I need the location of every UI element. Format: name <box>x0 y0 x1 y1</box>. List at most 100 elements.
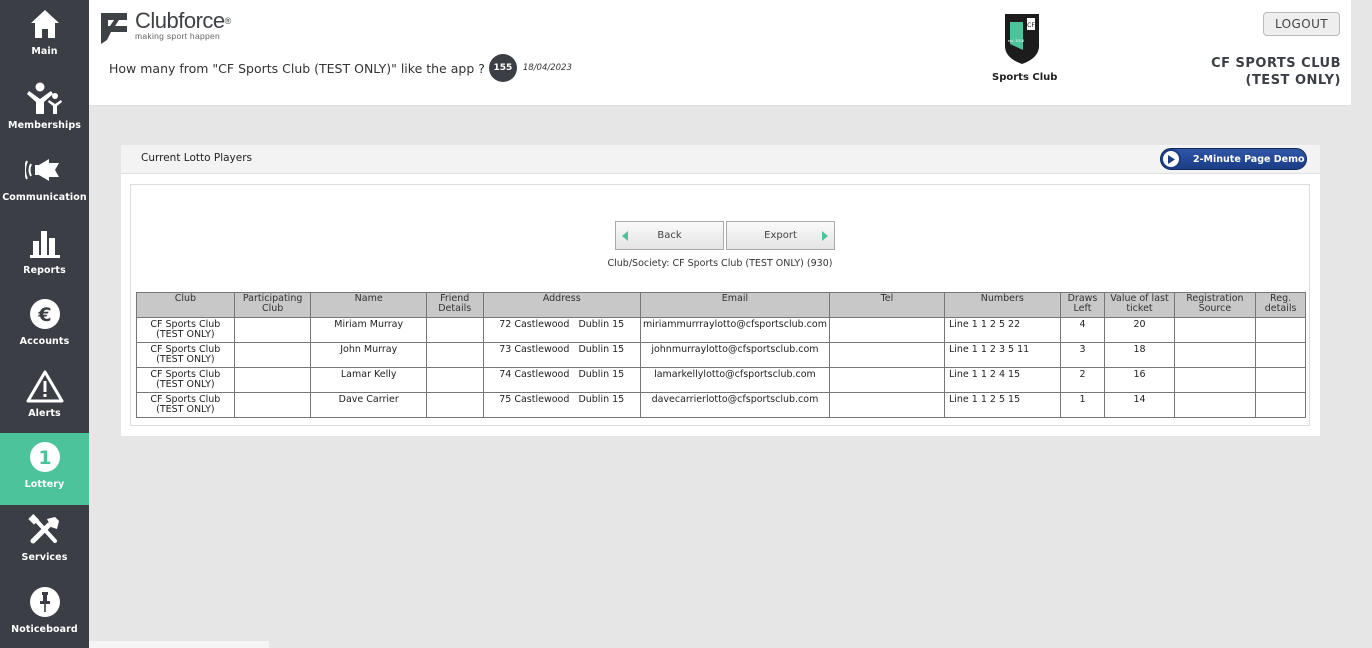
sidebar-item-noticeboard[interactable]: Noticeboard <box>0 578 89 648</box>
cell-tel <box>828 392 945 418</box>
cell-reg-details <box>1255 317 1306 343</box>
sidebar-item-main[interactable]: Main <box>0 0 89 72</box>
likes-date: 18/04/2023 <box>522 63 572 73</box>
cell-draws-left: 4 <box>1059 317 1106 343</box>
svg-text:CF: CF <box>1027 22 1035 29</box>
cell-registration-source <box>1173 392 1257 418</box>
column-header[interactable]: Name <box>310 292 427 318</box>
cell-draws-left: 1 <box>1059 392 1106 418</box>
svg-text:est. 2018: est. 2018 <box>1008 39 1024 43</box>
column-header[interactable]: Reg. details <box>1255 292 1306 318</box>
sidebar-item-accounts[interactable]: € Accounts <box>0 290 89 362</box>
home-icon <box>25 6 65 42</box>
cell-ticket-value: 16 <box>1104 367 1175 393</box>
svg-text:€: € <box>37 304 51 326</box>
column-header[interactable]: Value of last ticket <box>1104 292 1175 318</box>
cell-address: 74 Castlewood Dublin 15 <box>482 367 641 393</box>
sidebar-item-label: Alerts <box>28 408 61 419</box>
sidebar-item-alerts[interactable]: Alerts <box>0 362 89 434</box>
cell-address: 75 Castlewood Dublin 15 <box>482 392 641 418</box>
sidebar-item-label: Memberships <box>8 120 81 131</box>
header: Clubforce® making sport happen How many … <box>89 0 1351 106</box>
export-button[interactable]: Export <box>726 221 835 250</box>
column-header[interactable]: Draws Left <box>1059 292 1106 318</box>
cell-friend-details <box>425 317 484 343</box>
sidebar-item-services[interactable]: Services <box>0 506 89 578</box>
panel-title: Current Lotto Players <box>141 152 253 164</box>
sidebar-item-communication[interactable]: Communication <box>0 146 89 218</box>
cell-draws-left: 2 <box>1059 367 1106 393</box>
column-header[interactable]: Club <box>136 292 235 318</box>
sidebar-item-memberships[interactable]: Memberships <box>0 74 89 146</box>
cell-registration-source <box>1173 317 1257 343</box>
panel-header: Current Lotto Players 2-Minute Page Demo <box>121 145 1320 174</box>
column-header[interactable]: Registration Source <box>1173 292 1257 318</box>
cell-registration-source <box>1173 367 1257 393</box>
brand-name: Clubforce® <box>135 8 231 33</box>
cell-participating-club <box>233 342 312 368</box>
players-table: Club Participating Club Name Friend Deta… <box>136 292 1306 418</box>
players-content: Back Export Club/Society: CF Sports Club… <box>130 184 1310 426</box>
clubforce-logo-icon <box>101 13 127 44</box>
table-row[interactable]: CF Sports Club (TEST ONLY) Miriam Murray… <box>136 317 1306 343</box>
cell-participating-club <box>233 367 312 393</box>
cell-ticket-value: 14 <box>1104 392 1175 418</box>
cell-friend-details <box>425 342 484 368</box>
cell-numbers: Line 1 1 2 3 5 11 <box>943 342 1061 368</box>
clubforce-logo[interactable]: Clubforce® making sport happen <box>99 10 231 46</box>
app-likes: How many from "CF Sports Club (TEST ONLY… <box>109 54 572 82</box>
column-header[interactable]: Friend Details <box>425 292 484 318</box>
warning-icon <box>25 368 65 404</box>
sidebar-item-label: Accounts <box>19 336 70 347</box>
club-title-line2: (TEST ONLY) <box>1245 73 1341 88</box>
lottery-icon: 1 <box>25 439 65 475</box>
tools-icon <box>25 512 65 548</box>
cell-tel <box>828 342 945 368</box>
arrow-left-icon <box>622 231 628 241</box>
table-row[interactable]: CF Sports Club (TEST ONLY) Lamar Kelly 7… <box>136 367 1306 393</box>
cell-registration-source <box>1173 342 1257 368</box>
lottery-badge: 1 <box>38 447 51 469</box>
cell-email: lamarkellylotto@cfsportsclub.com <box>639 367 830 393</box>
page-demo-button[interactable]: 2-Minute Page Demo <box>1160 148 1307 170</box>
cell-ticket-value: 20 <box>1104 317 1175 343</box>
cell-friend-details <box>425 392 484 418</box>
cell-tel <box>828 317 945 343</box>
sidebar-item-reports[interactable]: Reports <box>0 219 89 291</box>
euro-icon: € <box>25 296 65 332</box>
cell-club: CF Sports Club (TEST ONLY) <box>136 342 235 368</box>
cell-ticket-value: 18 <box>1104 342 1175 368</box>
column-header[interactable]: Email <box>639 292 830 318</box>
column-header[interactable]: Numbers <box>943 292 1061 318</box>
page-demo-label: 2-Minute Page Demo <box>1193 153 1305 165</box>
cell-tel <box>828 367 945 393</box>
cell-reg-details <box>1255 342 1306 368</box>
sidebar-item-label: Main <box>31 46 58 57</box>
cell-email: johnmurraylotto@cfsportsclub.com <box>639 342 830 368</box>
cell-address: 72 Castlewood Dublin 15 <box>482 317 641 343</box>
cell-name: Dave Carrier <box>310 392 427 418</box>
cell-name: Lamar Kelly <box>310 367 427 393</box>
crest-name: Sports Club <box>992 72 1058 83</box>
brand-tagline: making sport happen <box>135 31 221 41</box>
sidebar-item-label: Communication <box>2 192 87 203</box>
column-header[interactable]: Tel <box>828 292 945 318</box>
cell-reg-details <box>1255 367 1306 393</box>
table-header-row: Club Participating Club Name Friend Deta… <box>136 292 1306 318</box>
likes-count-badge: 155 <box>488 54 517 82</box>
likes-question: How many from "CF Sports Club (TEST ONLY… <box>109 60 485 76</box>
column-header[interactable]: Participating Club <box>233 292 312 318</box>
cell-club: CF Sports Club (TEST ONLY) <box>136 317 235 343</box>
table-row[interactable]: CF Sports Club (TEST ONLY) Dave Carrier … <box>136 392 1306 418</box>
cell-draws-left: 3 <box>1059 342 1106 368</box>
cell-numbers: Line 1 1 2 4 15 <box>943 367 1061 393</box>
bar-chart-icon <box>25 225 65 261</box>
action-buttons: Back Export <box>615 221 835 250</box>
column-header[interactable]: Address <box>482 292 641 318</box>
sidebar-item-lottery[interactable]: 1 Lottery <box>0 433 89 505</box>
sidebar-item-label: Lottery <box>24 479 65 490</box>
club-title-line1: CF SPORTS CLUB <box>1211 56 1341 71</box>
logout-button[interactable]: LOGOUT <box>1263 12 1340 36</box>
table-row[interactable]: CF Sports Club (TEST ONLY) John Murray 7… <box>136 342 1306 368</box>
back-button[interactable]: Back <box>615 221 724 250</box>
